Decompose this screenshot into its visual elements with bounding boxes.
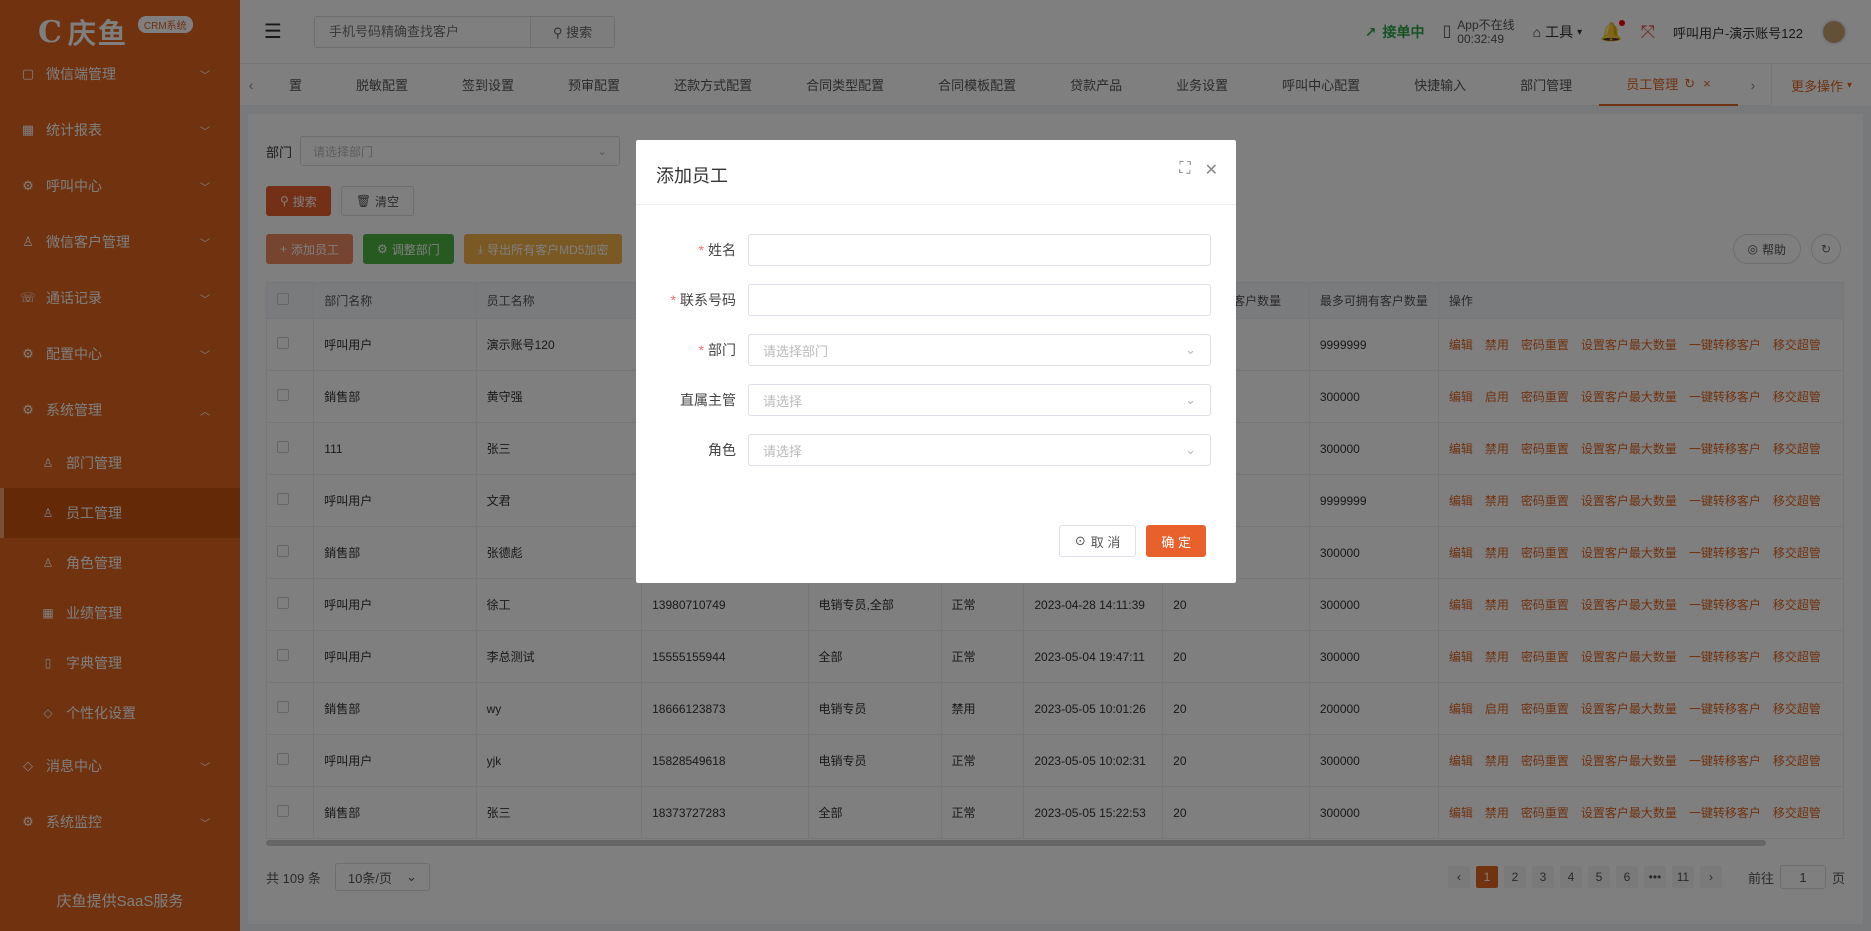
cancel-icon: ⊙ bbox=[1074, 533, 1086, 548]
field-placeholder: 请选择部门 bbox=[763, 343, 829, 359]
field-input[interactable] bbox=[748, 234, 1211, 266]
field-label-text: 姓名 bbox=[708, 242, 736, 258]
form-row: 直属主管 请选择 ⌄ bbox=[656, 384, 1211, 416]
confirm-label: 确 定 bbox=[1161, 534, 1191, 550]
chevron-down-icon: ⌄ bbox=[1185, 442, 1196, 457]
cancel-label: 取 消 bbox=[1090, 534, 1121, 550]
dialog-divider bbox=[636, 204, 1236, 205]
required-mark: * bbox=[670, 292, 676, 308]
maximize-icon[interactable]: ⛶ bbox=[1179, 160, 1190, 180]
required-mark: * bbox=[698, 342, 704, 358]
dialog-title: 添加员工 bbox=[656, 166, 728, 186]
confirm-button[interactable]: 确 定 bbox=[1146, 525, 1206, 557]
dialog-footer: ⊙ 取 消 确 定 bbox=[1058, 525, 1206, 557]
field-select[interactable]: 请选择 ⌄ bbox=[748, 434, 1211, 466]
close-icon[interactable]: ✕ bbox=[1205, 160, 1218, 180]
field-label: * 联系号码 bbox=[656, 290, 748, 310]
field-label: 角色 bbox=[656, 440, 748, 460]
form-row: 角色 请选择 ⌄ bbox=[656, 434, 1211, 466]
field-placeholder: 请选择 bbox=[763, 443, 803, 459]
field-label-text: 联系号码 bbox=[680, 292, 736, 308]
field-label: * 姓名 bbox=[656, 240, 748, 260]
field-select[interactable]: 请选择 ⌄ bbox=[748, 384, 1211, 416]
employee-form: * 姓名 * 联系号码 * 部门 请选择部门 ⌄ 直属主管 请选择 ⌄ 角色 请选择 ⌄ bbox=[656, 234, 1211, 484]
field-label: * 部门 bbox=[656, 340, 748, 360]
field-label-text: 部门 bbox=[708, 342, 736, 358]
field-label-text: 直属主管 bbox=[680, 392, 736, 408]
field-input[interactable] bbox=[748, 284, 1211, 316]
add-employee-dialog: 添加员工 ⛶ ✕ * 姓名 * 联系号码 * 部门 请选择部门 ⌄ 直属主管 请选择 ⌄ 角色 请选择 ⌄… bbox=[636, 140, 1236, 583]
chevron-down-icon: ⌄ bbox=[1185, 342, 1196, 357]
required-mark: * bbox=[698, 242, 704, 258]
field-label-text: 角色 bbox=[708, 442, 736, 458]
cancel-button[interactable]: ⊙ 取 消 bbox=[1058, 525, 1137, 557]
form-row: * 联系号码 bbox=[656, 284, 1211, 316]
form-row: * 部门 请选择部门 ⌄ bbox=[656, 334, 1211, 366]
form-row: * 姓名 bbox=[656, 234, 1211, 266]
field-placeholder: 请选择 bbox=[763, 393, 803, 409]
field-select[interactable]: 请选择部门 ⌄ bbox=[748, 334, 1211, 366]
chevron-down-icon: ⌄ bbox=[1185, 392, 1196, 407]
dialog-controls: ⛶ ✕ bbox=[1179, 160, 1218, 180]
field-label: 直属主管 bbox=[656, 390, 748, 410]
